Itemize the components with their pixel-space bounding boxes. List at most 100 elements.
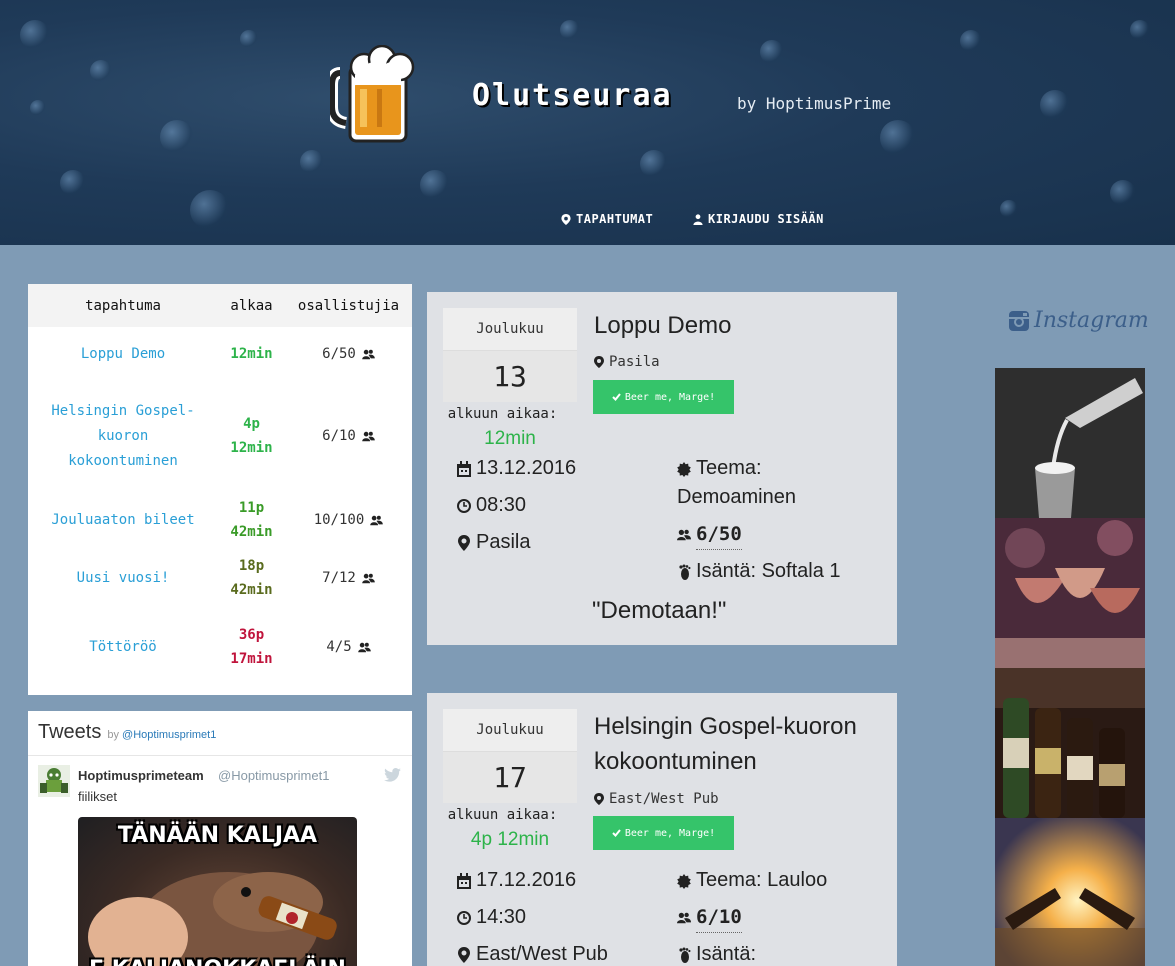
table-row[interactable]: Jouluaaton bileet 11p 42min 10/100 [28, 489, 412, 551]
twitter-bird-icon[interactable] [384, 768, 401, 782]
map-marker-icon [594, 793, 604, 805]
instagram-photo[interactable] [995, 518, 1145, 668]
event-date: 13.12.2016 [457, 454, 576, 483]
event-name-link[interactable]: Uusi vuosi! [28, 566, 218, 591]
users-icon [677, 912, 691, 924]
users-icon [362, 349, 375, 359]
users-icon [362, 573, 375, 583]
date-box: Joulukuu 13 [443, 308, 577, 402]
event-participant-count: 6/50 [285, 346, 412, 362]
site-header: Olutseuraa by HoptimusPrime TAPAHTUMAT K… [0, 0, 1175, 245]
instagram-logo[interactable]: Instagram [1008, 308, 1149, 333]
until-label: alkuun aikaa: [447, 406, 558, 422]
users-icon [677, 529, 691, 541]
event-theme: Teema: Lauloo [677, 866, 827, 895]
table-row[interactable]: Uusi vuosi! 18p 42min 7/12 [28, 547, 412, 609]
event-start-time: 4p 12min [230, 416, 273, 456]
event-title[interactable]: Helsingin Gospel-kuoron kokoontuminen [594, 709, 884, 779]
event-host: Isäntä: [677, 940, 756, 966]
users-icon [370, 515, 384, 525]
site-byline: by HoptimusPrime [737, 94, 892, 113]
beer-me-button[interactable]: Beer me, Marge! [593, 380, 734, 414]
instagram-photo[interactable] [995, 368, 1145, 518]
events-table: tapahtuma alkaa osallistujia Loppu Demo 1… [28, 284, 412, 695]
event-name-link[interactable]: Töttöröö [28, 635, 218, 660]
col-header-starts: alkaa [230, 297, 273, 314]
clock-icon [457, 910, 471, 925]
beer-me-button[interactable]: Beer me, Marge! [593, 816, 734, 850]
event-host: Isäntä: Softala 1 [677, 557, 841, 586]
clock-icon [457, 498, 471, 513]
event-date: 17.12.2016 [457, 866, 576, 895]
event-name-link[interactable]: Loppu Demo [28, 342, 218, 367]
table-row[interactable]: Töttöröö 36p 17min 4/5 [28, 614, 412, 680]
nav-events[interactable]: TAPAHTUMAT [561, 212, 653, 226]
calendar-icon [457, 872, 471, 889]
tweets-account-link[interactable]: @Hoptimusprimet1 [122, 729, 216, 741]
beer-bottles-image [995, 668, 1145, 818]
map-marker-icon [458, 946, 470, 963]
certificate-icon [677, 873, 691, 889]
event-location: Pasila [594, 354, 660, 370]
map-marker-icon [458, 534, 470, 551]
event-card: Joulukuu 13 alkuun aikaa: 12min Loppu De… [427, 292, 897, 645]
event-name-link[interactable]: Helsingin Gospel-kuoron kokoontuminen [28, 399, 218, 474]
users-icon [357, 642, 371, 652]
event-start-time: 12min [230, 346, 273, 362]
instagram-logo-text: Instagram [1034, 308, 1149, 333]
wine-glasses-image [995, 518, 1145, 668]
pouring-beer-image [995, 368, 1145, 518]
twitter-widget: Tweets by @Hoptimusprimet1 Hoptimusprime… [28, 711, 412, 966]
meme-bottom-text: E KALJANOKKAELÄIN [78, 957, 357, 966]
nav-events-label: TAPAHTUMAT [576, 212, 654, 226]
site-title[interactable]: Olutseuraa [472, 78, 673, 113]
instagram-photo[interactable] [995, 668, 1145, 818]
event-quote: "Demotaan!" [592, 597, 727, 624]
table-row[interactable]: Helsingin Gospel-kuoron kokoontuminen 4p 12… [28, 389, 412, 483]
event-participant-count: 10/100 [285, 512, 412, 528]
footprint-icon [679, 947, 691, 963]
event-theme: Teema: [677, 454, 762, 483]
event-name-link[interactable]: Jouluaaton bileet [28, 508, 218, 533]
map-marker-icon [561, 213, 571, 225]
table-row[interactable]: Loppu Demo 12min 6/50 [28, 327, 412, 381]
event-location: East/West Pub [594, 791, 719, 807]
instagram-icon [1009, 310, 1029, 331]
date-day: 13 [443, 350, 577, 402]
date-day: 17 [443, 751, 577, 803]
event-place: Pasila [457, 528, 530, 557]
tweet-author-name[interactable]: Hoptimusprimeteam [78, 768, 204, 783]
check-icon [612, 829, 621, 837]
event-time: 08:30 [457, 491, 526, 520]
event-participant-count: 4/5 [285, 639, 412, 655]
until-label: alkuun aikaa: [447, 807, 558, 823]
event-time: 14:30 [457, 903, 526, 932]
tweet-meme-image[interactable]: TÄNÄÄN KALJAA E KALJANOKKAELÄIN [78, 817, 357, 966]
sunset-toast-image [995, 818, 1145, 966]
check-icon [612, 393, 621, 401]
event-participant-count: 6/10 [285, 428, 412, 444]
event-participants: 6/50 [677, 520, 742, 550]
map-marker-icon [594, 356, 604, 368]
event-theme-value: Demoaminen [677, 486, 796, 508]
col-header-participants: osallistujia [297, 297, 400, 314]
tweet-author-handle[interactable]: @Hoptimusprimet1 [218, 768, 329, 783]
events-table-header: tapahtuma alkaa osallistujia [28, 284, 412, 327]
meme-top-text: TÄNÄÄN KALJAA [117, 823, 318, 848]
date-month: Joulukuu [443, 308, 577, 350]
tweets-title: Tweets [38, 721, 102, 743]
event-card: Joulukuu 17 alkuun aikaa: 4p 12min Helsi… [427, 693, 897, 966]
nav-login[interactable]: KIRJAUDU SISÄÄN [693, 212, 824, 226]
user-icon [693, 213, 703, 225]
instagram-photo[interactable] [995, 818, 1145, 966]
event-title[interactable]: Loppu Demo [594, 308, 884, 343]
event-start-time: 11p 42min [230, 500, 273, 540]
event-place: East/West Pub [457, 940, 608, 966]
col-header-event: tapahtuma [85, 297, 161, 314]
event-start-time: 36p 17min [230, 627, 273, 667]
event-start-time: 18p 42min [230, 558, 273, 598]
calendar-icon [457, 460, 471, 477]
avatar[interactable] [38, 765, 70, 797]
beer-mug-logo-icon [330, 45, 415, 143]
event-participants: 6/10 [677, 903, 742, 933]
